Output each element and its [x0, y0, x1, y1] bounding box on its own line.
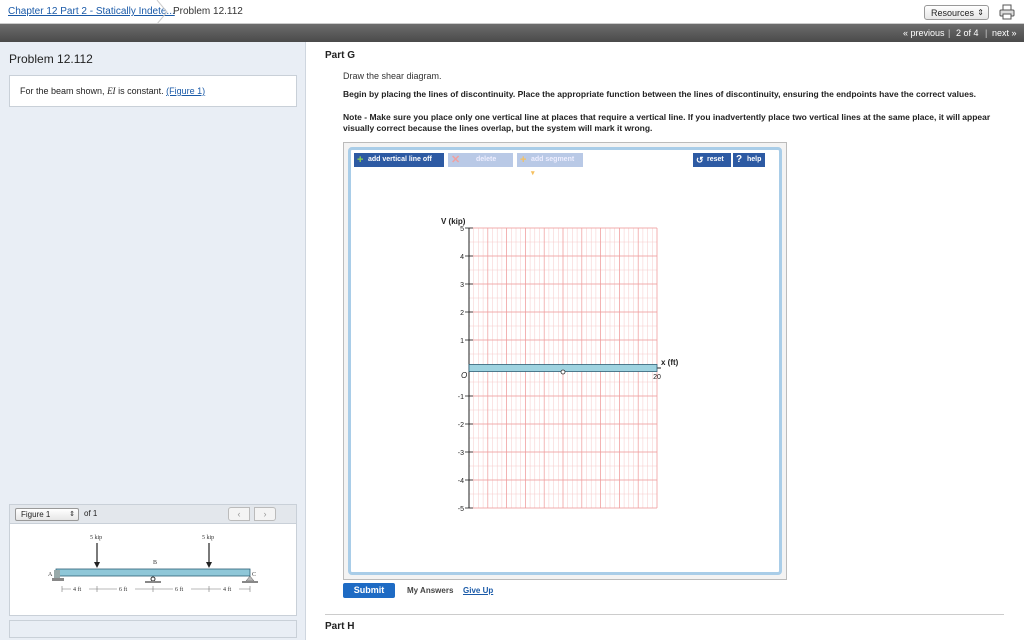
resources-label: Resources — [931, 8, 975, 18]
breadcrumb-separator-icon — [156, 0, 168, 24]
beam-figure-drawing: 5 kip 5 kip B A C 4 ft 6 ft 6 ft 4 ft — [48, 535, 258, 593]
y-tick-label: 3 — [460, 282, 464, 289]
diagram-canvas-frame: + add vertical line off ✕ delete + add segm… — [348, 147, 782, 575]
resources-dropdown[interactable]: Resources ⇕ — [924, 5, 989, 20]
dim-3: 6 ft — [175, 586, 183, 593]
give-up-link[interactable]: Give Up — [463, 586, 493, 595]
dropdown-arrows-icon: ⇕ — [977, 8, 984, 17]
y-tick-label: -1 — [458, 394, 464, 401]
y-tick-label: 4 — [460, 254, 464, 261]
print-icon[interactable] — [998, 4, 1016, 20]
breadcrumb-chapter-link[interactable]: Chapter 12 Part 2 - Statically Indete... — [8, 6, 175, 17]
fixed-support-a — [54, 570, 60, 578]
divider — [325, 614, 1004, 615]
submit-button[interactable]: Submit — [343, 583, 395, 598]
figure-prev-button[interactable]: ‹ — [228, 507, 250, 521]
y-tick-label: -3 — [458, 450, 464, 457]
figure-select[interactable]: Figure 1 ⇕ — [15, 508, 79, 521]
beam — [55, 568, 251, 577]
y-tick-label: 1 — [460, 338, 464, 345]
next-link[interactable]: next » — [992, 28, 1017, 38]
label-b: B — [153, 560, 157, 566]
figure-next-button[interactable]: › — [254, 507, 276, 521]
part-begin-text: Begin by placing the lines of discontinu… — [343, 89, 977, 99]
y-tick-label: 5 — [460, 226, 464, 233]
part-title: Part G — [325, 50, 356, 61]
figure-footer — [9, 620, 297, 638]
ei-variable: EI — [107, 86, 116, 96]
problem-nav-bar: « previous | 2 of 4 | next » — [0, 24, 1024, 42]
problem-statement: For the beam shown, EI is constant. (Fig… — [9, 75, 297, 107]
y-tick-label: -4 — [458, 478, 464, 485]
y-tick-label: -2 — [458, 422, 464, 429]
part-note-text: Note - Make sure you place only one vert… — [343, 112, 991, 133]
label-c: C — [252, 572, 256, 578]
y-tick-label: 2 — [460, 310, 464, 317]
part-panel: Part G Draw the shear diagram. Begin by … — [306, 42, 1024, 640]
y-axis-label: V (kip) — [441, 217, 466, 226]
diagram-tool: + add vertical line off ✕ delete + add segm… — [343, 142, 787, 580]
beam-support-marker — [560, 369, 566, 375]
x-tick-label: 20 — [653, 374, 661, 381]
load-label-right: 5 kip — [202, 535, 214, 541]
origin-label: O — [461, 371, 467, 380]
figure-toolbar: Figure 1 ⇕ of 1 ‹ › — [9, 504, 297, 524]
dim-4: 4 ft — [223, 586, 231, 593]
next-part-title: Part H — [325, 621, 355, 632]
previous-link[interactable]: « previous — [903, 28, 945, 38]
problem-panel: Problem 12.112 For the beam shown, EI is… — [0, 42, 306, 640]
dim-1: 4 ft — [73, 586, 81, 593]
load-label-left: 5 kip — [90, 535, 102, 541]
dropdown-arrows-icon: ⇕ — [69, 511, 75, 518]
y-tick-label: -5 — [458, 506, 464, 513]
figure-link[interactable]: (Figure 1) — [166, 86, 205, 96]
problem-position: 2 of 4 — [956, 28, 979, 38]
shear-diagram-chart[interactable]: 5 4 3 2 1 -1 -2 -3 -4 -5 20 O V (kip) x (ft) — [351, 150, 779, 572]
breadcrumb-current: Problem 12.112 — [173, 6, 243, 17]
part-instruction: Draw the shear diagram. — [343, 71, 442, 81]
dim-2: 6 ft — [119, 586, 127, 593]
roller-support-b — [150, 576, 156, 582]
figure-count: of 1 — [84, 509, 98, 518]
arrow-down-icon — [94, 562, 100, 568]
arrow-down-icon — [206, 562, 212, 568]
beam-figure: 5 kip 5 kip B A C 4 ft 6 ft 6 ft 4 ft — [9, 524, 297, 616]
x-axis-label: x (ft) — [661, 358, 679, 367]
label-a: A — [48, 572, 53, 578]
problem-title: Problem 12.112 — [9, 52, 93, 66]
my-answers-label: My Answers — [407, 586, 454, 595]
top-bar: Chapter 12 Part 2 - Statically Indete...… — [0, 0, 1024, 24]
